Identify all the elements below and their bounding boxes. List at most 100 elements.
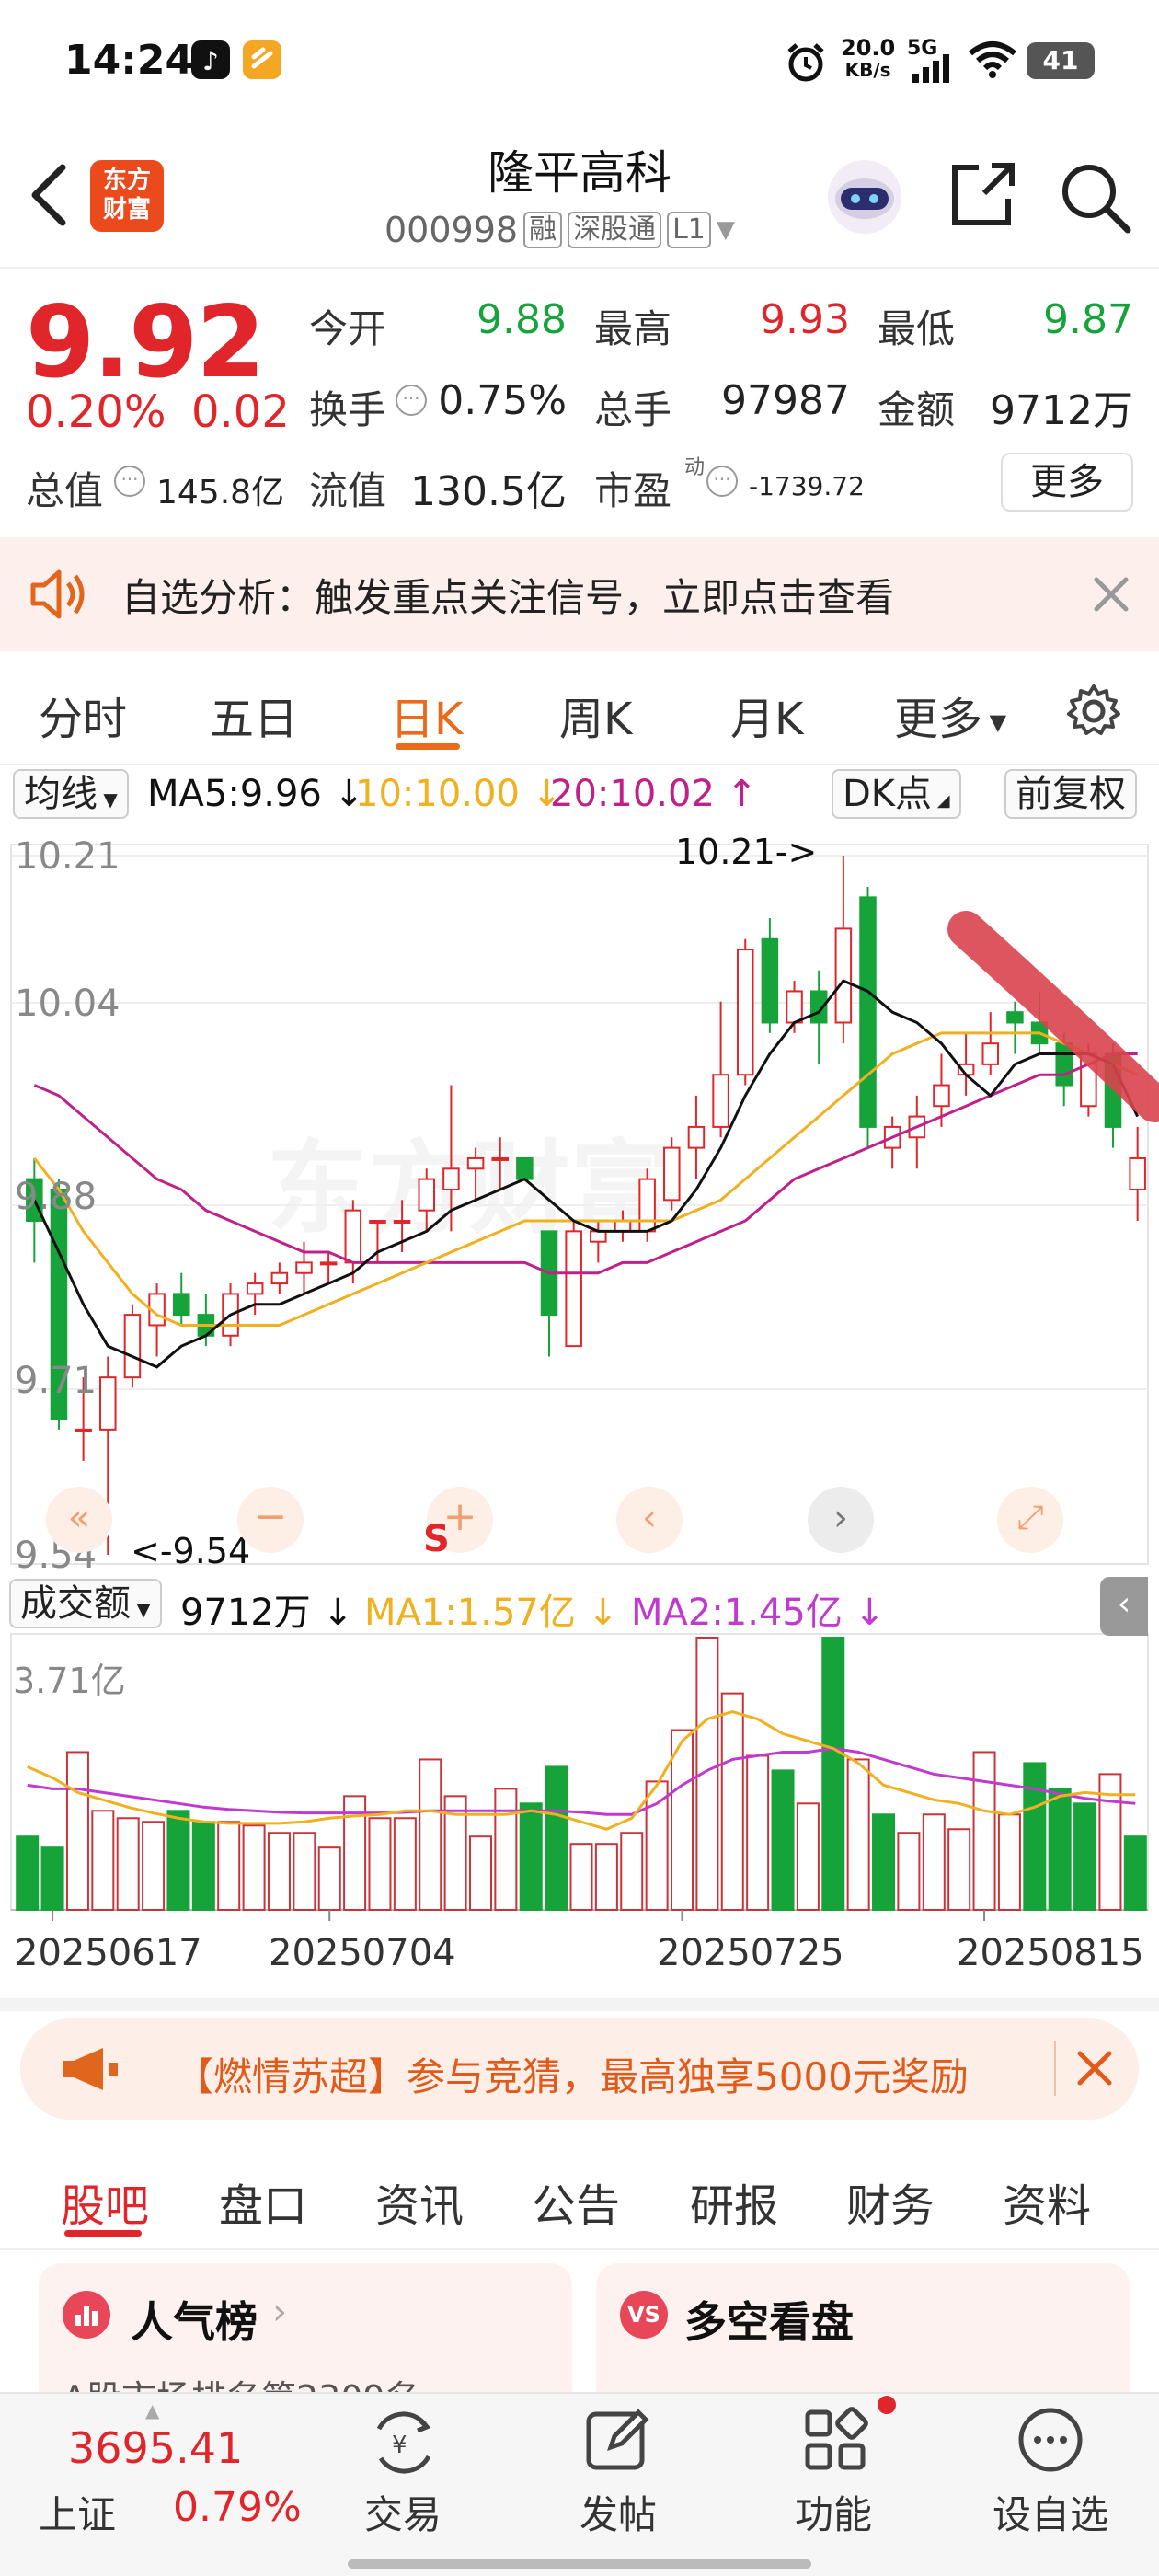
candle-body [981,1042,1000,1065]
long-short-title: 多空看盘 [684,2297,854,2347]
content-tabs: 股吧 盘口 资讯 公告 研报 财务 资料 [0,2134,1159,2245]
volume-bar [242,1824,266,1911]
high-annotation: 10.21-> [675,832,818,872]
volume-bar [494,1788,518,1912]
popularity-card[interactable]: 人气榜 › A股市场排名第2309名 [39,2263,572,2410]
volume-bar [91,1810,115,1912]
tab-news[interactable]: 资讯 [375,2169,464,2234]
candle-body [933,1084,950,1108]
volume-header: 成交额 ▼ 9712万 ↓ MA1:1.57亿 ↓ MA2:1.45亿 ↓ ‹ [0,1577,1159,1636]
nav-functions[interactable]: 功能 [760,2484,907,2540]
nav-post[interactable]: 发帖 [545,2484,692,2540]
candle-body [369,1220,386,1225]
volume-ma-layer [27,1710,1136,1831]
volume-bar [771,1769,795,1911]
rewind-button[interactable]: « [46,1487,112,1553]
candle-body [687,1125,706,1149]
candle-body [99,1376,117,1431]
vol-ma1-label: MA1:1.57亿 [364,1592,576,1634]
candle-body [344,1209,362,1264]
candle-body [319,1261,338,1266]
volume-bar [997,1813,1021,1911]
fullscreen-button[interactable]: ⤢ [997,1487,1063,1553]
close-icon[interactable] [1074,2048,1115,2092]
price-tick-label: 9.88 [15,1176,97,1218]
notification-dot [878,2396,896,2414]
volume-bar [368,1817,392,1911]
candle-body [638,1178,656,1233]
expand-caret-icon[interactable]: ▲ [145,2399,159,2421]
tabs-divider [0,2248,1159,2250]
watermark: 东方财富 [267,1130,671,1248]
collapse-panel-button[interactable]: ‹ [1100,1577,1148,1636]
compose-icon[interactable] [583,2405,653,2478]
zoom-out-button[interactable]: − [237,1487,304,1553]
price-tick-label: 10.21 [15,835,120,878]
volume-bar [142,1821,166,1912]
kline-chart[interactable]: 东方财富 10.2110.049.889.719.54 [0,0,1159,2024]
candle-body [1006,1011,1024,1024]
candle-body [123,1314,142,1379]
candle-body [466,1156,485,1170]
section-gap [0,1998,1159,2011]
volume-selector[interactable]: 成交额 ▼ [9,1579,162,1628]
tab-forum[interactable]: 股吧 [61,2169,149,2234]
candle-body [590,1230,607,1243]
volume-bar [16,1835,40,1911]
caret-down-icon: ▼ [131,1598,151,1620]
volume-bar [846,1758,870,1911]
tab-profile[interactable]: 资料 [1003,2169,1091,2234]
volume-bar [796,1802,820,1911]
candle-body [442,1167,460,1190]
volume-bar [720,1692,744,1911]
volume-bar [65,1751,89,1912]
grid-apps-icon[interactable] [800,2405,870,2478]
vol-ma2-label: MA2:1.45亿 [631,1592,843,1634]
volume-bar [872,1813,896,1911]
nav-set-watchlist[interactable]: 设自选 [977,2484,1124,2540]
date-label: 20250725 [657,1932,844,1974]
date-label: 20250617 [15,1932,202,1974]
prev-button[interactable]: ‹ [616,1487,683,1553]
volume-max-label: 3.71亿 [13,1661,126,1701]
date-label: 20250815 [957,1932,1144,1974]
trade-icon[interactable]: ¥ [366,2410,442,2478]
low-annotation: <-9.54 [131,1531,251,1571]
volume-bar [645,1780,669,1911]
candle-body [172,1293,190,1317]
price-tick-label: 10.04 [15,983,120,1025]
promo-banner[interactable]: 【燃情苏超】参与竞猜，最高独享5000元奖励 [20,2018,1139,2120]
volume-bar [519,1802,543,1911]
date-axis: 20250617 20250704 20250725 20250815 [0,1923,1159,1996]
index-change: 0.79% [173,2484,302,2531]
candle-body [614,1220,632,1233]
volume-bar [191,1821,215,1912]
chevron-right-icon: › [272,2291,287,2333]
long-short-card[interactable]: VS 多空看盘 [596,2263,1130,2410]
index-value[interactable]: 3695.41 [68,2423,243,2473]
tab-order-book[interactable]: 盘口 [219,2169,307,2234]
volume-bar [1023,1762,1047,1911]
tab-research[interactable]: 研报 [690,2169,778,2234]
volume-bar [468,1835,492,1911]
svg-text:¥: ¥ [392,2432,407,2459]
candle-body [761,937,779,1024]
candle-body [75,1428,92,1432]
promo-text: 【燃情苏超】参与竞猜，最高独享5000元奖励 [175,2054,969,2099]
nav-trade[interactable]: 交易 [329,2484,476,2540]
volume-bar [166,1810,190,1912]
volume-bar [569,1843,593,1912]
more-dots-icon[interactable] [1016,2405,1085,2478]
tab-finance[interactable]: 财务 [846,2169,935,2234]
candle-body [565,1230,582,1348]
candle-body [393,1220,411,1225]
volume-bar [293,1832,316,1912]
candle-body [834,927,853,1024]
volume-amount-label: 9712万 [180,1592,311,1634]
next-button[interactable]: › [808,1487,874,1553]
volume-bar [1048,1788,1072,1912]
tab-announcements[interactable]: 公告 [532,2169,620,2234]
promo-divider [1054,2041,1056,2096]
vs-icon: VS [620,2291,668,2339]
candle-body [491,1156,509,1161]
